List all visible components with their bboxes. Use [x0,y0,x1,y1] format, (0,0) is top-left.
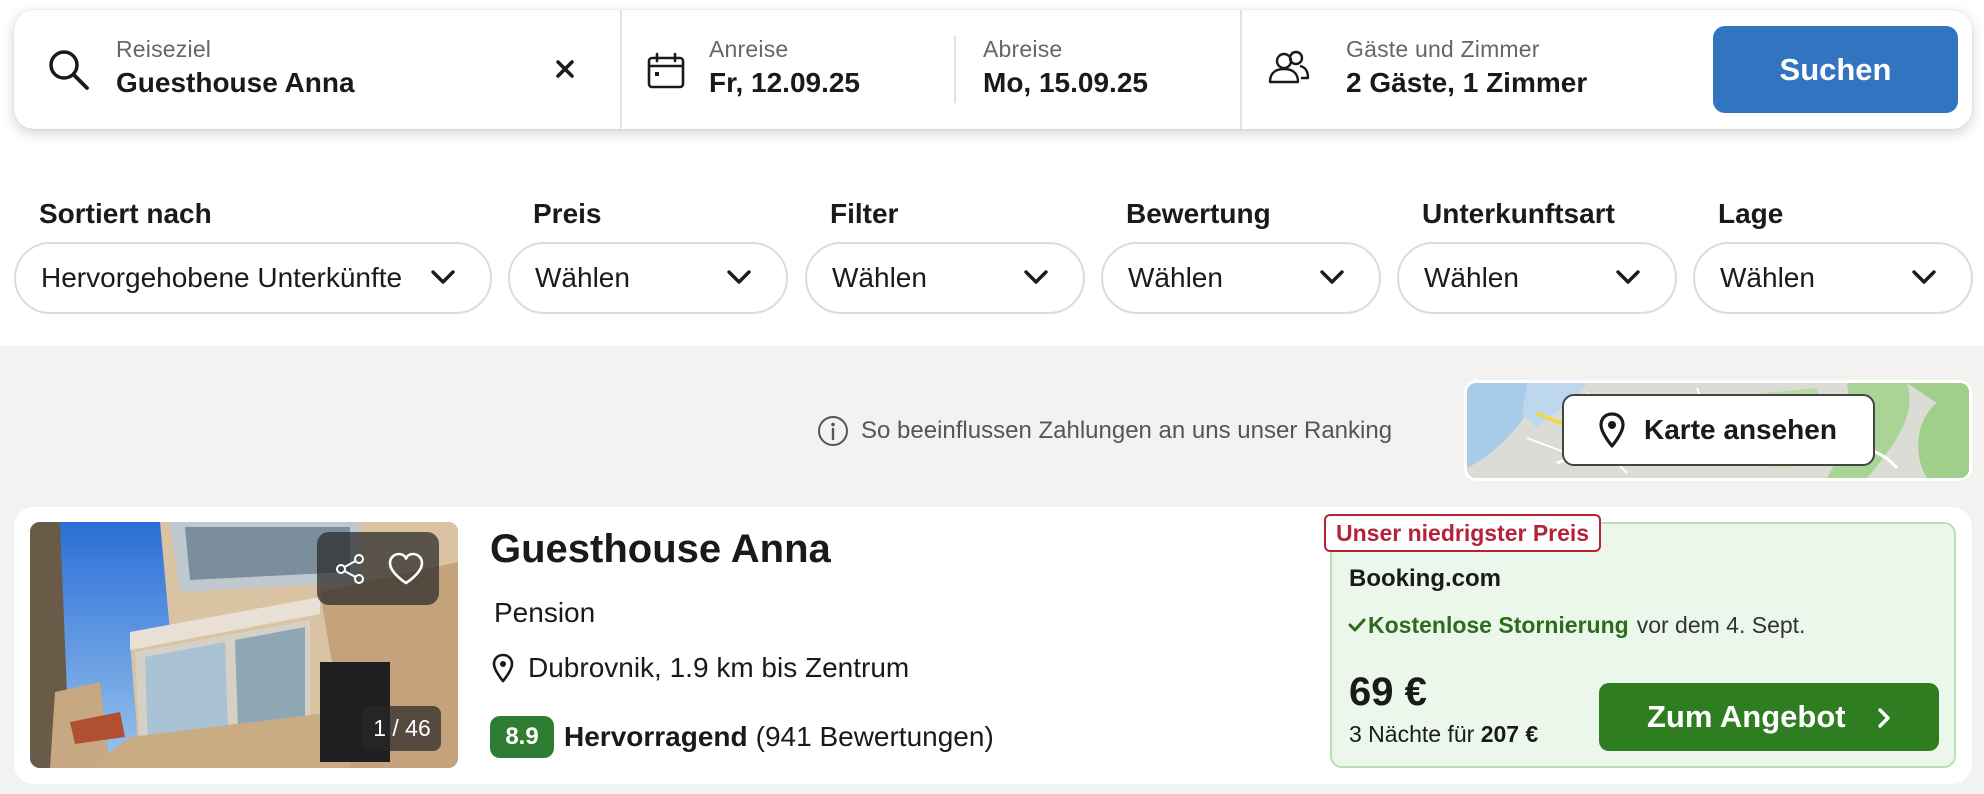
free-cancel-label: Kostenlose Stornierung [1368,612,1629,638]
checkin-label: Anreise [709,36,789,62]
dates-field: Anreise Fr, 12.09.25 Abreise Mo, 15.09.2… [620,10,1240,129]
filter-sort: Sortiert nach Hervorgehobene Unterkünfte [14,196,492,314]
chevron-down-icon [1320,270,1344,284]
hotel-rating[interactable]: 8.9 Hervorragend (941 Bewertungen) [490,716,994,758]
filter-title: Unterkunftsart [1422,198,1615,229]
offer-provider: Booking.com [1349,565,1502,592]
hotel-type: Pension [494,597,596,628]
rating-select[interactable]: Wählen [1101,242,1381,314]
share-icon[interactable] [333,552,367,586]
checkin-field[interactable]: Anreise Fr, 12.09.25 [622,10,954,129]
cancel-until: vor dem 4. Sept. [1636,612,1806,638]
filter-value: Wählen [535,262,630,293]
filter-value: Wählen [1128,262,1223,293]
clear-destination-icon[interactable] [549,53,581,85]
destination-label: Reiseziel [116,36,212,62]
photo-actions [317,532,439,605]
free-cancellation: Kostenlose Stornierung vor dem 4. Sept. [1348,612,1806,639]
sort-select[interactable]: Hervorgehobene Unterkünfte [14,242,492,314]
filter-title: Bewertung [1126,198,1271,229]
filter-title: Lage [1718,198,1784,229]
filter-value: Hervorgehobene Unterkünfte [41,262,403,293]
checkout-field[interactable]: Abreise Mo, 15.09.25 [956,10,1240,129]
chevron-down-icon [431,270,455,284]
chevron-right-icon [1878,708,1890,728]
destination-value[interactable]: Guesthouse Anna [116,67,355,99]
chevron-down-icon [727,270,751,284]
checkout-value: Mo, 15.09.25 [983,67,1148,98]
search-icon [49,50,89,90]
filter-title: Filter [830,198,899,229]
lowest-price-badge: Unser niedrigster Preis [1324,514,1602,552]
filter-rating: Bewertung Wählen [1101,196,1381,314]
guests-value: 2 Gäste, 1 Zimmer [1346,67,1588,98]
chevron-down-icon [1912,270,1936,284]
hotel-card: 1 / 46 Guesthouse Anna Pension Dubrovnik… [14,507,1972,784]
check-icon [1348,618,1366,632]
photo-counter: 1 / 46 [363,706,441,751]
total-price: 3 Nächte für 207 € [1349,721,1538,748]
chevron-down-icon [1616,270,1640,284]
property-type-select[interactable]: Wählen [1397,242,1677,314]
guests-label: Gäste und Zimmer [1346,36,1540,62]
hotel-location: Dubrovnik, 1.9 km bis Zentrum [492,652,909,684]
chevron-down-icon [1024,270,1048,284]
map-pin-icon [1599,412,1625,448]
view-map-button[interactable]: Karte ansehen [1562,394,1875,466]
search-button[interactable]: Suchen [1713,26,1958,113]
destination-field[interactable]: Reiseziel Guesthouse Anna [14,10,620,129]
filter-title: Sortiert nach [39,198,212,229]
filter-property-type: Unterkunftsart Wählen [1397,196,1677,314]
price-per-night: 69 € [1349,670,1427,714]
info-icon [818,416,848,446]
filter-value: Wählen [1424,262,1519,293]
rating-word: Hervorragend [564,721,748,752]
checkout-label: Abreise [983,36,1063,62]
review-count: (941 Bewertungen) [755,721,994,752]
rating-score-badge: 8.9 [490,716,554,758]
heart-icon[interactable] [387,552,425,586]
filter-location: Lage Wählen [1693,196,1973,314]
total-value: 207 € [1480,721,1539,747]
filter-value: Wählen [832,262,927,293]
ranking-info-link[interactable]: So beeinflussen Zahlungen an uns unser R… [817,414,1392,448]
hotel-name[interactable]: Guesthouse Anna [490,527,831,572]
location-select[interactable]: Wählen [1693,242,1973,314]
search-bar: Reiseziel Guesthouse Anna Anreise Fr, 12… [14,10,1972,129]
view-map-label: Karte ansehen [1644,414,1837,445]
location-pin-icon [492,653,514,683]
guests-field[interactable]: Gäste und Zimmer 2 Gäste, 1 Zimmer [1240,10,1720,129]
total-prefix: 3 Nächte für [1349,721,1475,747]
guests-icon [1268,50,1310,84]
filter-value: Wählen [1720,262,1815,293]
checkin-value: Fr, 12.09.25 [709,67,861,98]
ranking-note-text: So beeinflussen Zahlungen an uns unser R… [861,417,1393,444]
hotel-location-text: Dubrovnik, 1.9 km bis Zentrum [528,652,910,683]
view-deal-button[interactable]: Zum Angebot [1599,683,1939,751]
filter-filter: Filter Wählen [805,196,1085,314]
filter-price: Preis Wählen [508,196,788,314]
filter-title: Preis [533,198,602,229]
price-select[interactable]: Wählen [508,242,788,314]
filter-select[interactable]: Wählen [805,242,1085,314]
calendar-icon [647,52,685,89]
view-deal-label: Zum Angebot [1647,699,1846,734]
